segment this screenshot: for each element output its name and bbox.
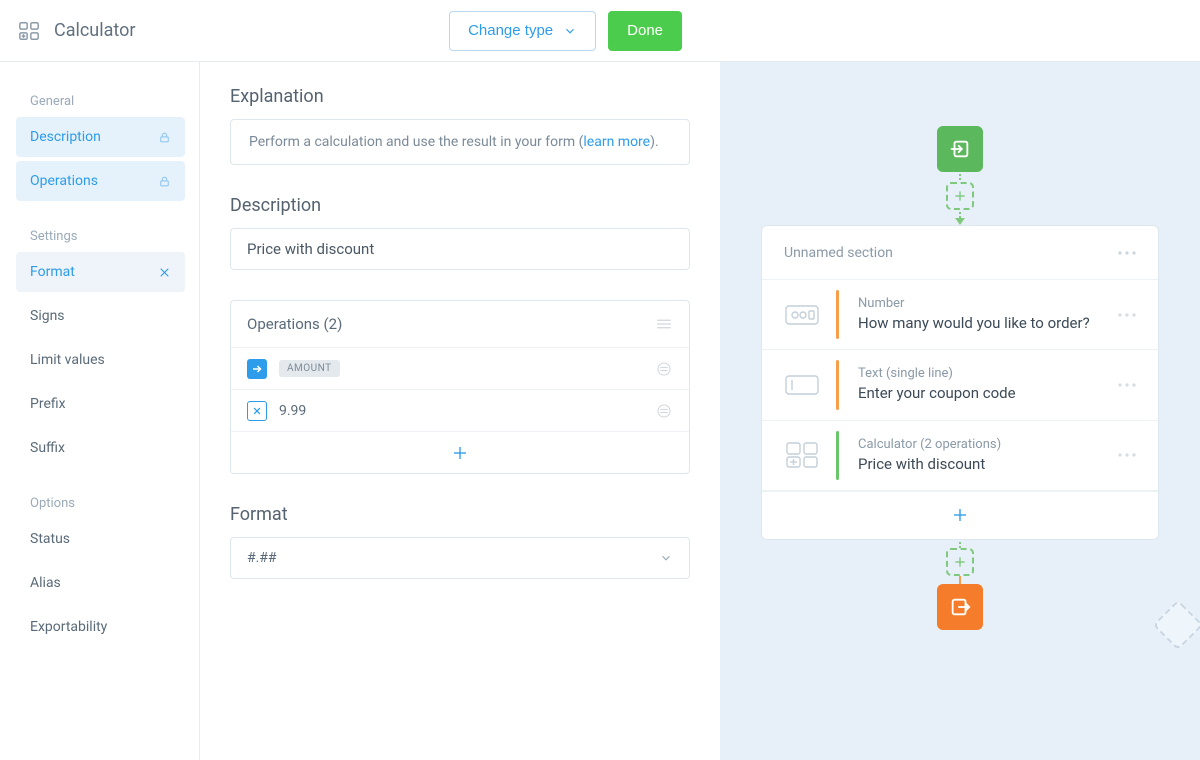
field-row-number[interactable]: Number How many would you like to order? [762,280,1158,350]
field-type-label: Calculator (2 operations) [858,437,1100,452]
explanation-heading: Explanation [230,86,690,107]
sidebar-item-description[interactable]: Description [16,117,185,157]
sidebar-item-label: Operations [30,173,98,189]
sidebar-item-label: Prefix [30,396,66,412]
section-card: Unnamed section Number How many would yo… [761,225,1159,540]
add-operation-button[interactable] [231,431,689,473]
done-button[interactable]: Done [608,11,682,51]
header: Calculator Change type Done [0,0,1200,62]
flow-add-button[interactable] [946,548,974,576]
chevron-down-icon [659,551,673,565]
sidebar-item-label: Signs [30,308,65,324]
sidebar-item-suffix[interactable]: Suffix [16,428,185,468]
more-icon[interactable] [1118,453,1136,457]
sidebar-item-label: Format [30,264,75,280]
operations-box: Operations (2) AMOUNT [230,300,690,474]
drag-handle-icon[interactable] [655,360,673,378]
sidebar-item-label: Description [30,129,101,145]
connector [959,172,961,182]
calculator-field-icon [784,441,820,469]
format-value: #.## [247,550,277,566]
operation-row-multiply[interactable]: 9.99 [231,389,689,431]
sidebar-group-settings: Settings [16,221,185,248]
learn-more-link[interactable]: learn more [583,134,650,150]
sidebar-item-operations[interactable]: Operations [16,161,185,201]
sidebar-item-limit-values[interactable]: Limit values [16,340,185,380]
sidebar-item-label: Limit values [30,352,105,368]
arrow-down-icon [955,218,965,225]
main-panel: Explanation Perform a calculation and us… [200,62,720,760]
calculator-app-icon [18,20,40,42]
sidebar-item-format[interactable]: Format [16,252,185,292]
flow-entry-node[interactable] [937,126,983,172]
change-type-button[interactable]: Change type [449,11,596,51]
more-icon[interactable] [1118,313,1136,317]
operation-value: 9.99 [279,403,306,419]
field-label: Price with discount [858,454,1100,474]
operations-heading: Operations (2) [247,315,342,333]
list-menu-icon[interactable] [655,317,673,331]
description-heading: Description [230,195,690,216]
field-type-label: Text (single line) [858,366,1100,381]
more-icon[interactable] [1118,251,1136,255]
explanation-box: Perform a calculation and use the result… [230,119,690,165]
field-label: Enter your coupon code [858,383,1100,403]
format-heading: Format [230,504,690,525]
lock-icon [158,131,171,144]
field-row-calculator[interactable]: Calculator (2 operations) Price with dis… [762,421,1158,491]
connector [959,576,961,584]
close-icon[interactable] [158,266,171,279]
page-title: Calculator [54,20,135,41]
format-select[interactable]: #.## [230,537,690,579]
sidebar-group-general: General [16,86,185,113]
sidebar-item-exportability[interactable]: Exportability [16,607,185,647]
sidebar: General Description Operations Settings … [0,62,200,760]
side-add-handle[interactable] [1153,600,1200,651]
more-icon[interactable] [1118,383,1136,387]
assign-icon [247,359,267,379]
add-field-button[interactable] [762,491,1158,539]
multiply-icon [247,401,267,421]
lock-icon [158,175,171,188]
operation-row-assign[interactable]: AMOUNT [231,347,689,389]
sidebar-item-signs[interactable]: Signs [16,296,185,336]
operations-header[interactable]: Operations (2) [231,301,689,347]
drag-handle-icon[interactable] [655,402,673,420]
explanation-text-post: ). [650,134,659,150]
connector [959,210,961,218]
section-header[interactable]: Unnamed section [762,226,1158,280]
chevron-down-icon [563,24,577,38]
done-label: Done [627,22,663,39]
sidebar-item-prefix[interactable]: Prefix [16,384,185,424]
variable-chip-amount: AMOUNT [279,360,340,377]
sidebar-group-options: Options [16,488,185,515]
section-title: Unnamed section [784,245,893,261]
connector [959,540,961,548]
flow-add-button[interactable] [946,182,974,210]
sidebar-item-label: Exportability [30,619,107,635]
field-row-text[interactable]: Text (single line) Enter your coupon cod… [762,350,1158,420]
flow-exit-node[interactable] [937,584,983,630]
description-input[interactable] [230,228,690,270]
sidebar-item-label: Alias [30,575,61,591]
number-field-icon [784,305,820,325]
explanation-text: Perform a calculation and use the result… [249,134,583,150]
text-field-icon [784,375,820,395]
sidebar-item-alias[interactable]: Alias [16,563,185,603]
preview-panel: Unnamed section Number How many would yo… [720,62,1200,760]
field-label: How many would you like to order? [858,313,1100,333]
sidebar-item-status[interactable]: Status [16,519,185,559]
sidebar-item-label: Suffix [30,440,65,456]
sidebar-item-label: Status [30,531,70,547]
change-type-label: Change type [468,22,553,39]
field-type-label: Number [858,296,1100,311]
